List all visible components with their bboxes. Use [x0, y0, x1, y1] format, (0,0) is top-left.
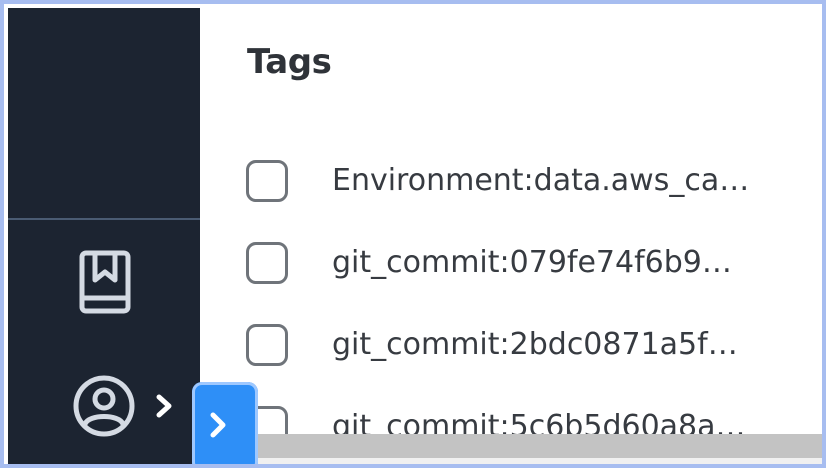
user-circle-icon[interactable] — [72, 374, 136, 438]
tag-item[interactable]: git_commit:079fe74f6b9… — [246, 242, 806, 294]
horizontal-scrollbar[interactable] — [258, 434, 822, 464]
tag-checkbox[interactable] — [246, 242, 288, 284]
tag-checkbox[interactable] — [246, 324, 288, 366]
tag-checkbox[interactable] — [246, 160, 288, 202]
tag-item[interactable]: Environment:data.aws_ca… — [246, 160, 806, 212]
chevron-right-icon[interactable] — [152, 394, 176, 418]
expand-panel-button[interactable] — [192, 382, 258, 464]
scrollbar-thumb[interactable] — [258, 434, 822, 458]
sidebar-divider — [8, 218, 200, 220]
chevron-right-icon — [210, 412, 226, 438]
book-bookmark-icon[interactable] — [78, 250, 132, 316]
tag-label: git_commit:079fe74f6b9… — [332, 245, 732, 280]
tag-item[interactable]: git_commit:2bdc0871a5f… — [246, 324, 806, 376]
page-title: Tags — [247, 42, 332, 82]
tag-label: Environment:data.aws_ca… — [332, 163, 750, 198]
tags-panel: Tags Environment:data.aws_ca… git_commit… — [200, 8, 822, 464]
app-frame: Tags Environment:data.aws_ca… git_commit… — [0, 0, 826, 468]
sidebar — [8, 8, 200, 464]
tag-label: git_commit:2bdc0871a5f… — [332, 327, 738, 362]
